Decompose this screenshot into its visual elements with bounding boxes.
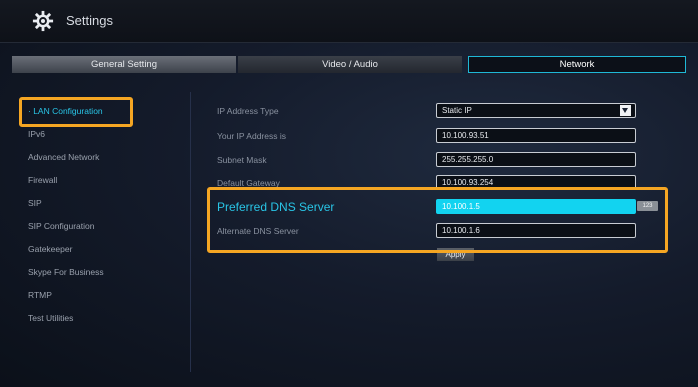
sidebar: · LAN Configuration IPv6 Advanced Networ… [18, 92, 191, 372]
dns-highlight-box [207, 187, 668, 253]
sidebar-item-firewall[interactable]: Firewall [28, 175, 57, 185]
sidebar-item-sip[interactable]: SIP [28, 198, 42, 208]
sidebar-item-ipv6[interactable]: IPv6 [28, 129, 45, 139]
title-bar: Settings [0, 0, 698, 43]
tab-general-setting[interactable]: General Setting [12, 56, 236, 73]
gear-icon [32, 10, 54, 32]
subnet-mask-field[interactable]: 255.255.255.0 [436, 152, 636, 167]
ip-address-type-select[interactable]: Static IP [436, 103, 636, 118]
ip-address-type-value: Static IP [442, 106, 472, 115]
tab-video-audio[interactable]: Video / Audio [238, 56, 462, 73]
sidebar-item-advanced-network[interactable]: Advanced Network [28, 152, 99, 162]
window-title: Settings [66, 13, 113, 28]
tab-network[interactable]: Network [468, 56, 686, 73]
your-ip-address-label: Your IP Address is [217, 131, 286, 141]
settings-screen: Settings General Setting Video / Audio N… [0, 0, 698, 387]
your-ip-address-field[interactable]: 10.100.93.51 [436, 128, 636, 143]
chevron-down-icon[interactable] [620, 105, 631, 116]
sidebar-item-gatekeeper[interactable]: Gatekeeper [28, 244, 72, 254]
sidebar-item-skype-for-business[interactable]: Skype For Business [28, 267, 104, 277]
sidebar-item-rtmp[interactable]: RTMP [28, 290, 52, 300]
lan-configuration-highlight-box [19, 97, 133, 127]
sidebar-item-test-utilities[interactable]: Test Utilities [28, 313, 73, 323]
ip-address-type-label: IP Address Type [217, 106, 279, 116]
subnet-mask-label: Subnet Mask [217, 155, 267, 165]
tab-bar: General Setting Video / Audio Network [12, 56, 686, 73]
sidebar-item-sip-configuration[interactable]: SIP Configuration [28, 221, 94, 231]
